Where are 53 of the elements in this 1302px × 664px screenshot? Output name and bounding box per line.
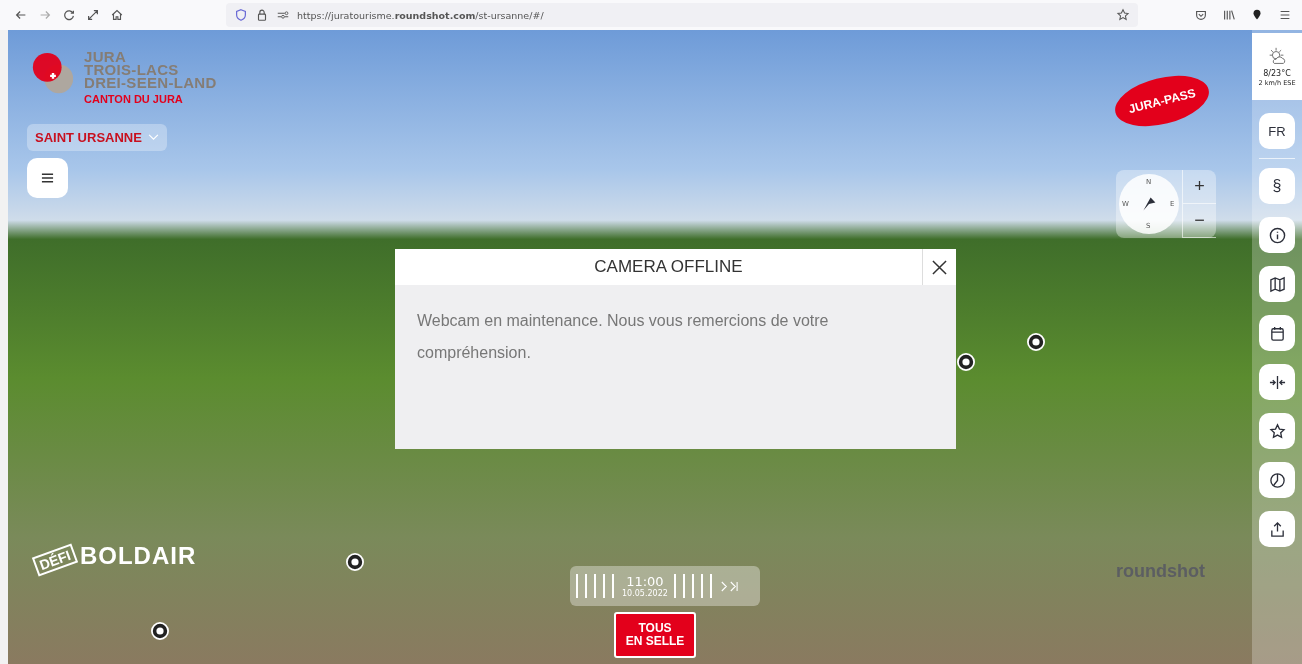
compass-arrow-icon	[1141, 196, 1157, 212]
share-icon	[1268, 520, 1286, 538]
hotspot-marker-icon[interactable]	[151, 622, 169, 640]
hotspot-marker-icon[interactable]	[957, 353, 975, 371]
defi-boldair-logo: DÉFI BOLDAIR	[26, 534, 203, 574]
time-button[interactable]	[1259, 462, 1295, 498]
home-icon[interactable]	[110, 8, 124, 22]
split-arrows-icon	[1268, 373, 1286, 391]
calendar-icon	[1268, 324, 1286, 342]
date-label: 10.05.2022	[622, 589, 668, 598]
lock-icon	[255, 8, 269, 22]
star-icon	[1268, 422, 1286, 440]
temperature-label: 8/23°C	[1263, 69, 1291, 78]
menu-icon	[41, 172, 54, 184]
modal-title: CAMERA OFFLINE	[593, 257, 744, 277]
library-icon[interactable]	[1222, 8, 1236, 22]
region-label: CANTON DU JURA	[84, 93, 184, 105]
back-icon[interactable]	[14, 8, 28, 22]
fullscreen-icon[interactable]	[86, 8, 100, 22]
chevron-down-icon	[147, 134, 159, 141]
brand-name: JURA	[84, 50, 128, 63]
favorite-button[interactable]	[1259, 413, 1295, 449]
brand-name: TROIS-LACS	[84, 63, 180, 76]
tous-en-selle-logo: TOUS EN SELLE	[614, 612, 696, 658]
logo-icon	[30, 50, 76, 96]
modal-message: Webcam en maintenance. Nous vous remercions de votre compréhension.	[417, 311, 830, 363]
reload-icon[interactable]	[62, 8, 76, 22]
close-icon	[932, 259, 947, 275]
language-button[interactable]: FR	[1259, 113, 1295, 149]
share-button[interactable]	[1259, 511, 1295, 547]
brand-name: DREI-SEEN-LAND	[84, 76, 217, 89]
location-dropdown[interactable]: SAINT URSANNE	[27, 124, 167, 151]
menu-button[interactable]	[27, 158, 68, 198]
menu-icon[interactable]	[1278, 8, 1292, 22]
shield-icon	[234, 8, 248, 22]
hotspot-marker-icon[interactable]	[346, 553, 364, 571]
calendar-button[interactable]	[1259, 315, 1295, 351]
zoom-in-button[interactable]: +	[1183, 170, 1216, 204]
legal-button[interactable]: §	[1259, 168, 1295, 204]
zoom-out-button[interactable]: −	[1183, 204, 1216, 238]
url-text: https://juratourisme.roundshot.com/st-ursanne/#/	[297, 9, 544, 21]
address-bar[interactable]: https://juratourisme.roundshot.com/st-ursanne/#/	[226, 3, 1138, 27]
pocket-icon[interactable]	[1194, 8, 1208, 22]
permissions-icon	[276, 8, 290, 22]
map-button[interactable]	[1259, 266, 1295, 302]
info-icon	[1268, 226, 1286, 244]
clock-icon	[1268, 471, 1286, 489]
map-icon	[1268, 275, 1286, 293]
hotspot-marker-icon[interactable]	[1027, 333, 1045, 351]
compare-button[interactable]	[1259, 364, 1295, 400]
info-button[interactable]	[1259, 217, 1295, 253]
bookmark-star-icon[interactable]	[1116, 8, 1130, 22]
time-label: 11:00	[626, 574, 664, 589]
